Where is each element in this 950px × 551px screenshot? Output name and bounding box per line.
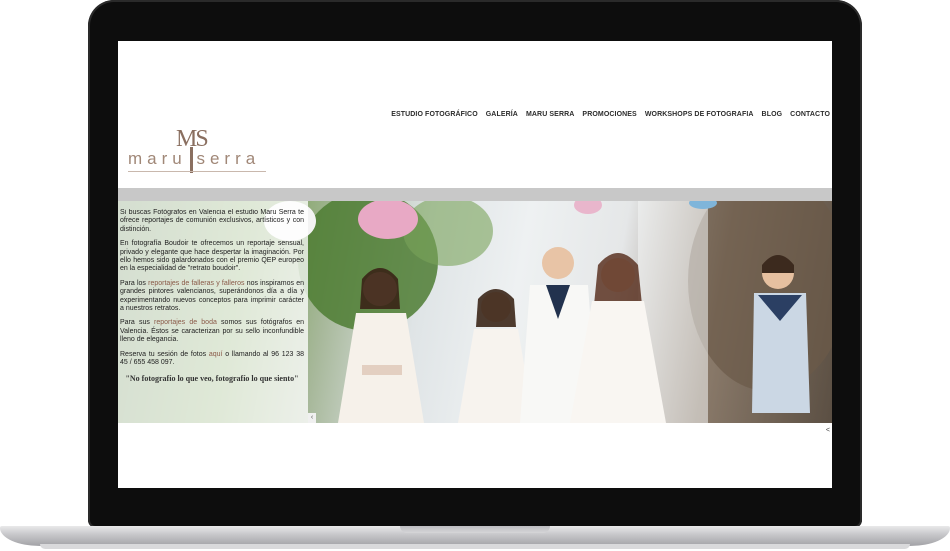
intro-text-panel: Si buscas Fotógrafos en Valencia el estu… [118,201,308,423]
link-reportajes-falleras[interactable]: reportajes de falleras y falleros [148,280,244,287]
nav-estudio[interactable]: ESTUDIO FOTOGRÁFICO [391,111,478,118]
p4-text-pre: Para sus [120,319,150,327]
p3-text-pre: Para los [120,279,146,287]
quote-text: "No fotografío lo que veo, fotografío lo… [125,373,299,383]
link-reserva-aqui[interactable]: aquí [209,351,223,358]
intro-text-scroll[interactable]: Si buscas Fotógrafos en Valencia el estu… [120,209,304,419]
nav-contacto[interactable]: CONTACTO [790,111,830,118]
intro-paragraph-1: Si buscas Fotógrafos en Valencia el estu… [120,209,304,233]
laptop-shadow [40,544,910,549]
logo-underline [128,171,266,172]
nav-maru-serra[interactable]: MARU SERRA [526,111,574,118]
nav-galeria[interactable]: GALERÍA [486,111,518,118]
slider-prev-icon[interactable]: ‹ [308,413,316,423]
intro-paragraph-4: Para sus reportajes de boda somos sus fo… [120,319,304,344]
intro-paragraph-3: Para los reportajes de falleras y faller… [120,280,304,314]
header-divider-band [118,188,832,201]
website-screen: MS maru serra ESTUDIO FOTOGRÁFICO GALERÍ… [118,41,832,488]
intro-paragraph-5: Reserva tu sesión de fotos aquí o llaman… [120,351,304,368]
main-nav: ESTUDIO FOTOGRÁFICO GALERÍA MARU SERRA P… [391,111,830,118]
nav-workshops[interactable]: WORKSHOPS DE FOTOGRAFIA [645,111,754,118]
laptop-notch [400,526,550,533]
nav-blog[interactable]: BLOG [762,111,783,118]
link-reportajes-boda[interactable]: reportajes de boda [154,319,217,326]
nav-promociones[interactable]: PROMOCIONES [582,111,636,118]
intro-paragraph-2: En fotografía Boudoir te ofrecemos un re… [120,240,304,273]
logo-wordmark: maru serra [128,149,261,168]
p5-text-pre: Reserva tu sesión de fotos [120,350,207,358]
share-icon[interactable]: < [826,427,830,434]
site-logo[interactable]: MS maru serra [126,127,286,179]
